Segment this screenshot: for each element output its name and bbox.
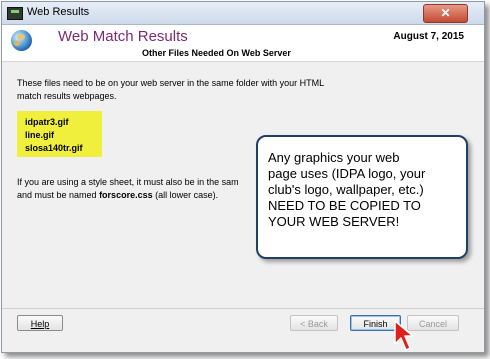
list-item: idpatr3.gif: [25, 117, 69, 127]
list-item: slosa140tr.gif: [25, 143, 83, 153]
stylesheet-note-suffix: (all lower case).: [152, 190, 219, 200]
window-title: Web Results: [27, 6, 90, 18]
globe-icon: [11, 30, 32, 51]
stylesheet-note-line2: and must be named: [17, 190, 100, 200]
callout-line: club's logo, wallpaper, etc.): [268, 182, 424, 197]
list-item: line.gif: [25, 130, 54, 140]
stylesheet-filename: forscore.css: [99, 190, 153, 200]
app-icon: [7, 7, 23, 20]
stylesheet-note-line1: If you are using a style sheet, it must …: [17, 177, 239, 187]
required-files-list: idpatr3.gif line.gif slosa140tr.gif: [17, 111, 102, 157]
footer-divider: [2, 308, 484, 309]
title-bar[interactable]: Web Results ✕: [2, 2, 484, 25]
pointer-cursor-icon: [394, 320, 414, 351]
back-button[interactable]: < Back: [290, 315, 338, 331]
header-date: August 7, 2015: [393, 31, 464, 42]
page-subtitle: Other Files Needed On Web Server: [142, 48, 291, 58]
instructions-text: These files need to be on your web serve…: [17, 78, 324, 101]
callout-line: NEED TO BE COPIED TO: [268, 198, 421, 213]
help-button[interactable]: Help: [17, 315, 63, 331]
callout-line: YOUR WEB SERVER!: [268, 214, 400, 229]
page-title: Web Match Results: [58, 28, 188, 45]
callout-line: Any graphics your web: [268, 150, 400, 165]
wizard-header: Web Match Results August 7, 2015 Other F…: [2, 25, 484, 62]
wizard-window: Web Results ✕ Web Match Results August 7…: [1, 1, 485, 353]
stylesheet-note: If you are using a style sheet, it must …: [17, 176, 257, 202]
callout-line: page uses (IDPA logo, your: [268, 166, 426, 181]
callout-note: Any graphics your web page uses (IDPA lo…: [256, 135, 468, 259]
close-button[interactable]: ✕: [423, 4, 468, 23]
